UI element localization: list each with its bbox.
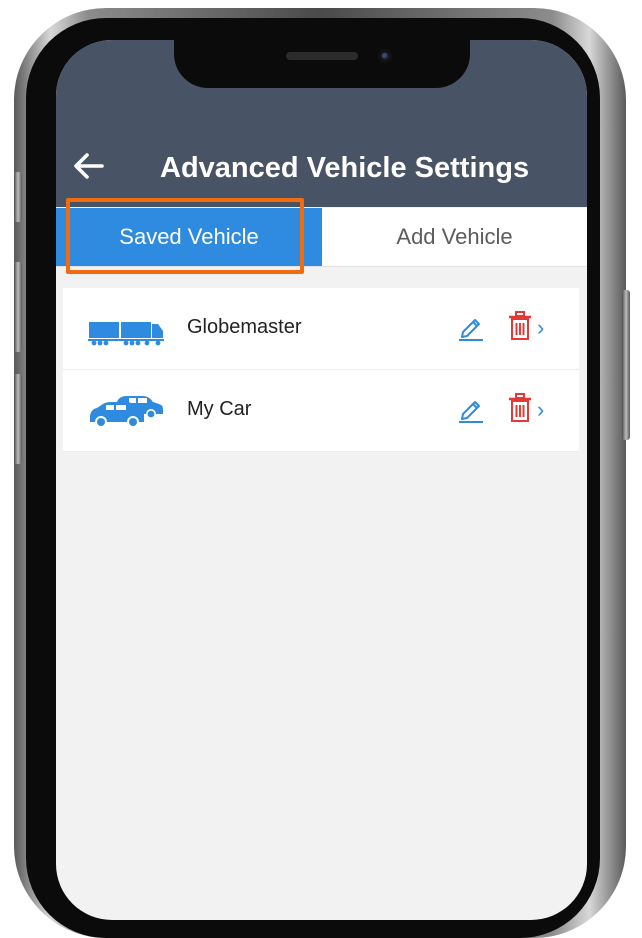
phone-notch xyxy=(174,40,470,88)
edit-vehicle-button[interactable] xyxy=(457,312,485,342)
phone-power-button xyxy=(622,290,630,440)
back-button[interactable] xyxy=(68,148,108,184)
phone-mute-switch xyxy=(14,172,22,222)
tab-add-vehicle[interactable]: Add Vehicle xyxy=(322,208,587,266)
trash-icon xyxy=(509,393,531,422)
pencil-icon xyxy=(459,401,483,423)
phone-volume-down xyxy=(14,374,22,464)
trash-icon xyxy=(509,311,531,340)
speaker-grille xyxy=(286,52,358,60)
page-title: Advanced Vehicle Settings xyxy=(160,152,530,184)
phone-volume-up xyxy=(14,262,22,352)
saved-vehicle-list: Globemaster › My Car › xyxy=(63,288,579,452)
arrow-left-icon xyxy=(74,153,104,179)
vehicle-row-my-car[interactable]: My Car › xyxy=(63,370,579,452)
delete-vehicle-button[interactable] xyxy=(507,310,533,342)
front-camera xyxy=(378,49,392,63)
truck-icon xyxy=(88,322,164,346)
phone-screen: Advanced Vehicle Settings Saved Vehicle … xyxy=(56,40,587,920)
chevron-right-icon[interactable]: › xyxy=(537,396,551,424)
pencil-icon xyxy=(459,319,483,341)
tab-highlight-box xyxy=(66,198,304,274)
edit-vehicle-button[interactable] xyxy=(457,394,485,424)
vehicle-name: Globemaster xyxy=(187,316,302,338)
chevron-right-icon[interactable]: › xyxy=(537,314,551,342)
vehicle-row-globemaster[interactable]: Globemaster › xyxy=(63,288,579,370)
delete-vehicle-button[interactable] xyxy=(507,392,533,424)
cars-icon xyxy=(90,396,163,428)
vehicle-name: My Car xyxy=(187,398,252,420)
